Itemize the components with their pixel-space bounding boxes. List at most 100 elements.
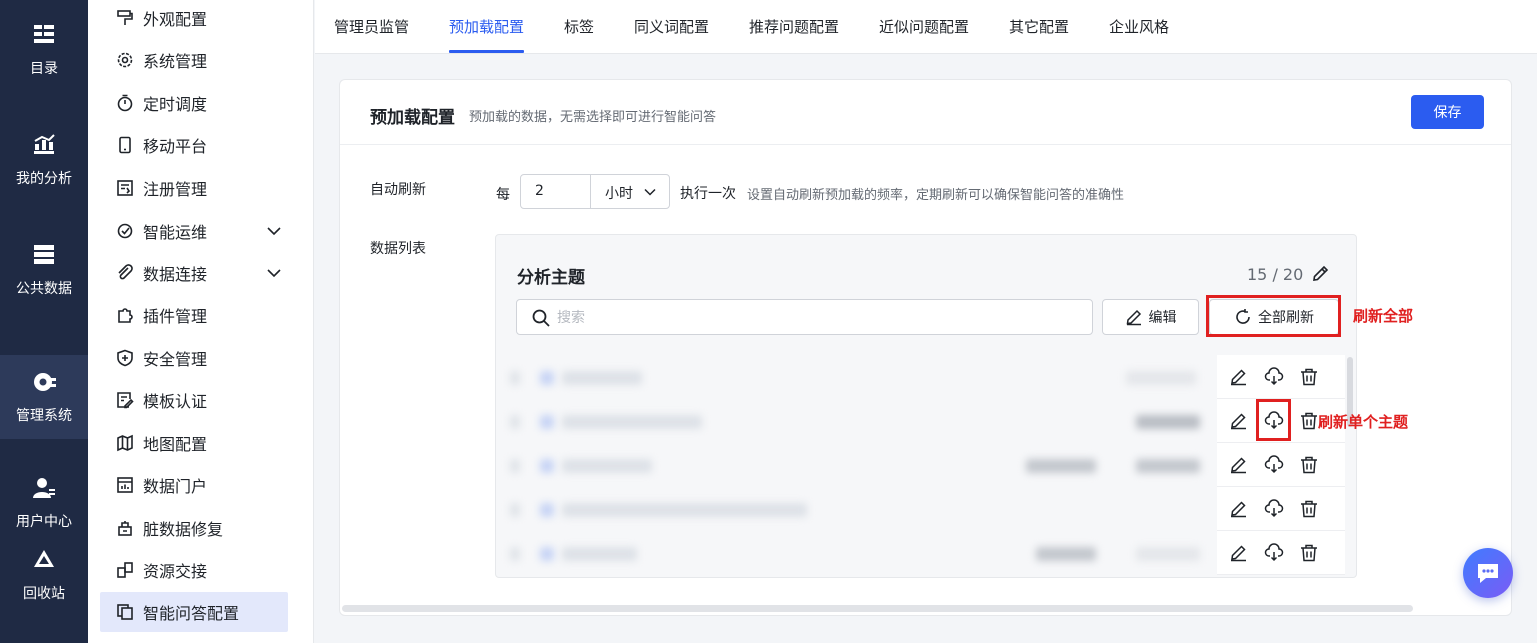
preload-config-card: 预加载配置 预加载的数据，无需选择即可进行智能问答 保存 自动刷新 每 2 小时… [339,79,1512,616]
register-icon [116,179,134,197]
sidebar-item-schedule[interactable]: 定时调度 [100,83,288,123]
sidebar-item-security[interactable]: 安全管理 [100,338,288,378]
pencil-edit-icon[interactable] [1229,411,1249,431]
table-row[interactable] [496,399,1218,443]
cloud-refresh-icon[interactable] [1264,499,1284,519]
tab-synonym-config[interactable]: 同义词配置 [634,16,709,37]
rail-item-label: 公共数据 [16,281,72,297]
pencil-edit-icon[interactable] [1311,263,1331,283]
sidebar-item-mobile[interactable]: 移动平台 [100,125,288,165]
sidebar-item-label: 外观配置 [143,10,208,29]
puzzle-icon [116,306,134,324]
tab-tags[interactable]: 标签 [564,16,594,37]
tab-preload-config[interactable]: 预加载配置 [449,16,524,37]
row-actions [1217,531,1345,575]
pencil-edit-icon[interactable] [1229,455,1249,475]
search-input[interactable] [557,308,1077,328]
refresh-unit-select[interactable]: 小时 [590,174,670,209]
blurred-cell [510,459,520,473]
rail-item-public-data[interactable]: 公共数据 [0,225,88,315]
annotation-refresh-all: 刷新全部 [1353,307,1414,325]
annotation-refresh-single: 刷新单个主题 [1318,413,1409,431]
chat-assistant-button[interactable] [1463,548,1513,598]
tab-other-config[interactable]: 其它配置 [1009,16,1069,37]
card-description: 预加载的数据，无需选择即可进行智能问答 [469,110,717,125]
table-row[interactable] [496,487,1218,531]
tab-recommended-questions[interactable]: 推荐问题配置 [749,16,839,37]
refresh-interval-input[interactable]: 2 [520,174,591,209]
blurred-cell [540,547,554,561]
blurred-cell [562,503,807,517]
rail-item-user-center[interactable]: 用户中心 [0,468,88,538]
sidebar-item-plugins[interactable]: 插件管理 [100,295,288,335]
blurred-cell [510,503,520,517]
horizontal-scrollbar[interactable] [342,605,1413,612]
rail-item-my-analysis[interactable]: 我的分析 [0,115,88,205]
sidebar-item-label: 插件管理 [143,307,208,326]
rail-item-catalog[interactable]: 目录 [0,5,88,95]
sidebar-item-label: 数据连接 [143,265,208,284]
save-button[interactable]: 保存 [1411,95,1484,129]
cloud-refresh-icon[interactable] [1264,543,1284,563]
sidebar-item-label: 模板认证 [143,392,208,411]
rail-item-label: 回收站 [23,586,65,602]
database-icon [31,242,57,268]
sidebar-item-template-cert[interactable]: 模板认证 [100,380,288,420]
pencil-edit-icon[interactable] [1229,499,1249,519]
sidebar-item-dirty-data[interactable]: 脏数据修复 [100,508,288,548]
cloud-refresh-icon[interactable] [1264,367,1284,387]
mobile-icon [116,136,134,154]
blurred-cell [540,371,554,385]
cloud-refresh-icon[interactable] [1264,455,1284,475]
table-row[interactable] [496,443,1218,487]
table-row[interactable] [496,355,1218,399]
tab-admin-monitor[interactable]: 管理员监管 [334,16,409,37]
chevron-down-icon[interactable] [266,265,282,281]
search-box[interactable] [516,299,1093,335]
sidebar-item-ops[interactable]: 智能运维 [100,211,288,251]
sidebar-item-qa-config[interactable]: 智能问答配置 [100,592,288,632]
blurred-cell [1126,371,1196,385]
sidebar-item-appearance[interactable]: 外观配置 [100,0,288,38]
pencil-icon [1126,309,1141,326]
table-row[interactable] [496,531,1218,575]
search-icon [532,309,550,327]
trash-icon[interactable] [1299,543,1319,563]
chevron-down-icon[interactable] [266,223,282,239]
tab-similar-questions[interactable]: 近似问题配置 [879,16,969,37]
highlight-refresh-all [1206,295,1341,337]
blurred-cell [510,547,520,561]
row-actions [1217,355,1345,399]
sidebar-item-data-portal[interactable]: 数据门户 [100,465,288,505]
data-list-label: 数据列表 [370,241,426,257]
auto-refresh-description: 设置自动刷新预加载的频率，定期刷新可以确保智能问答的准确性 [747,188,1125,203]
blurred-cell [1136,547,1200,561]
pencil-edit-icon[interactable] [1229,543,1249,563]
edit-button-label: 编辑 [1148,310,1177,326]
sidebar-item-map[interactable]: 地图配置 [100,423,288,463]
sidebar-item-system[interactable]: 系统管理 [100,40,288,80]
trash-icon[interactable] [1299,499,1319,519]
blurred-cell [540,503,554,517]
trash-icon[interactable] [1299,367,1319,387]
edit-button[interactable]: 编辑 [1102,299,1199,335]
rail-item-admin-system[interactable]: 管理系统 [0,355,88,439]
rail-item-recycle-bin[interactable]: 回收站 [0,540,88,610]
handover-icon [116,561,134,579]
sidebar-item-data-connection[interactable]: 数据连接 [100,253,288,293]
recycle-icon [31,547,57,573]
divider [340,144,1511,145]
certificate-icon [116,391,134,409]
blurred-cell [1026,459,1096,473]
blurred-cell [562,459,652,473]
trash-icon[interactable] [1299,411,1319,431]
sidebar-item-label: 注册管理 [143,180,208,199]
trash-icon[interactable] [1299,455,1319,475]
sidebar-item-handover[interactable]: 资源交接 [100,550,288,590]
repair-icon [116,519,134,537]
tab-enterprise-style[interactable]: 企业风格 [1109,16,1169,37]
catalog-icon [31,22,57,48]
sidebar-item-register[interactable]: 注册管理 [100,168,288,208]
pencil-edit-icon[interactable] [1229,367,1249,387]
sidebar: 外观配置 系统管理 定时调度 移动平台 注册管理 智能运维 数据连接 插件管理 … [88,0,406,643]
